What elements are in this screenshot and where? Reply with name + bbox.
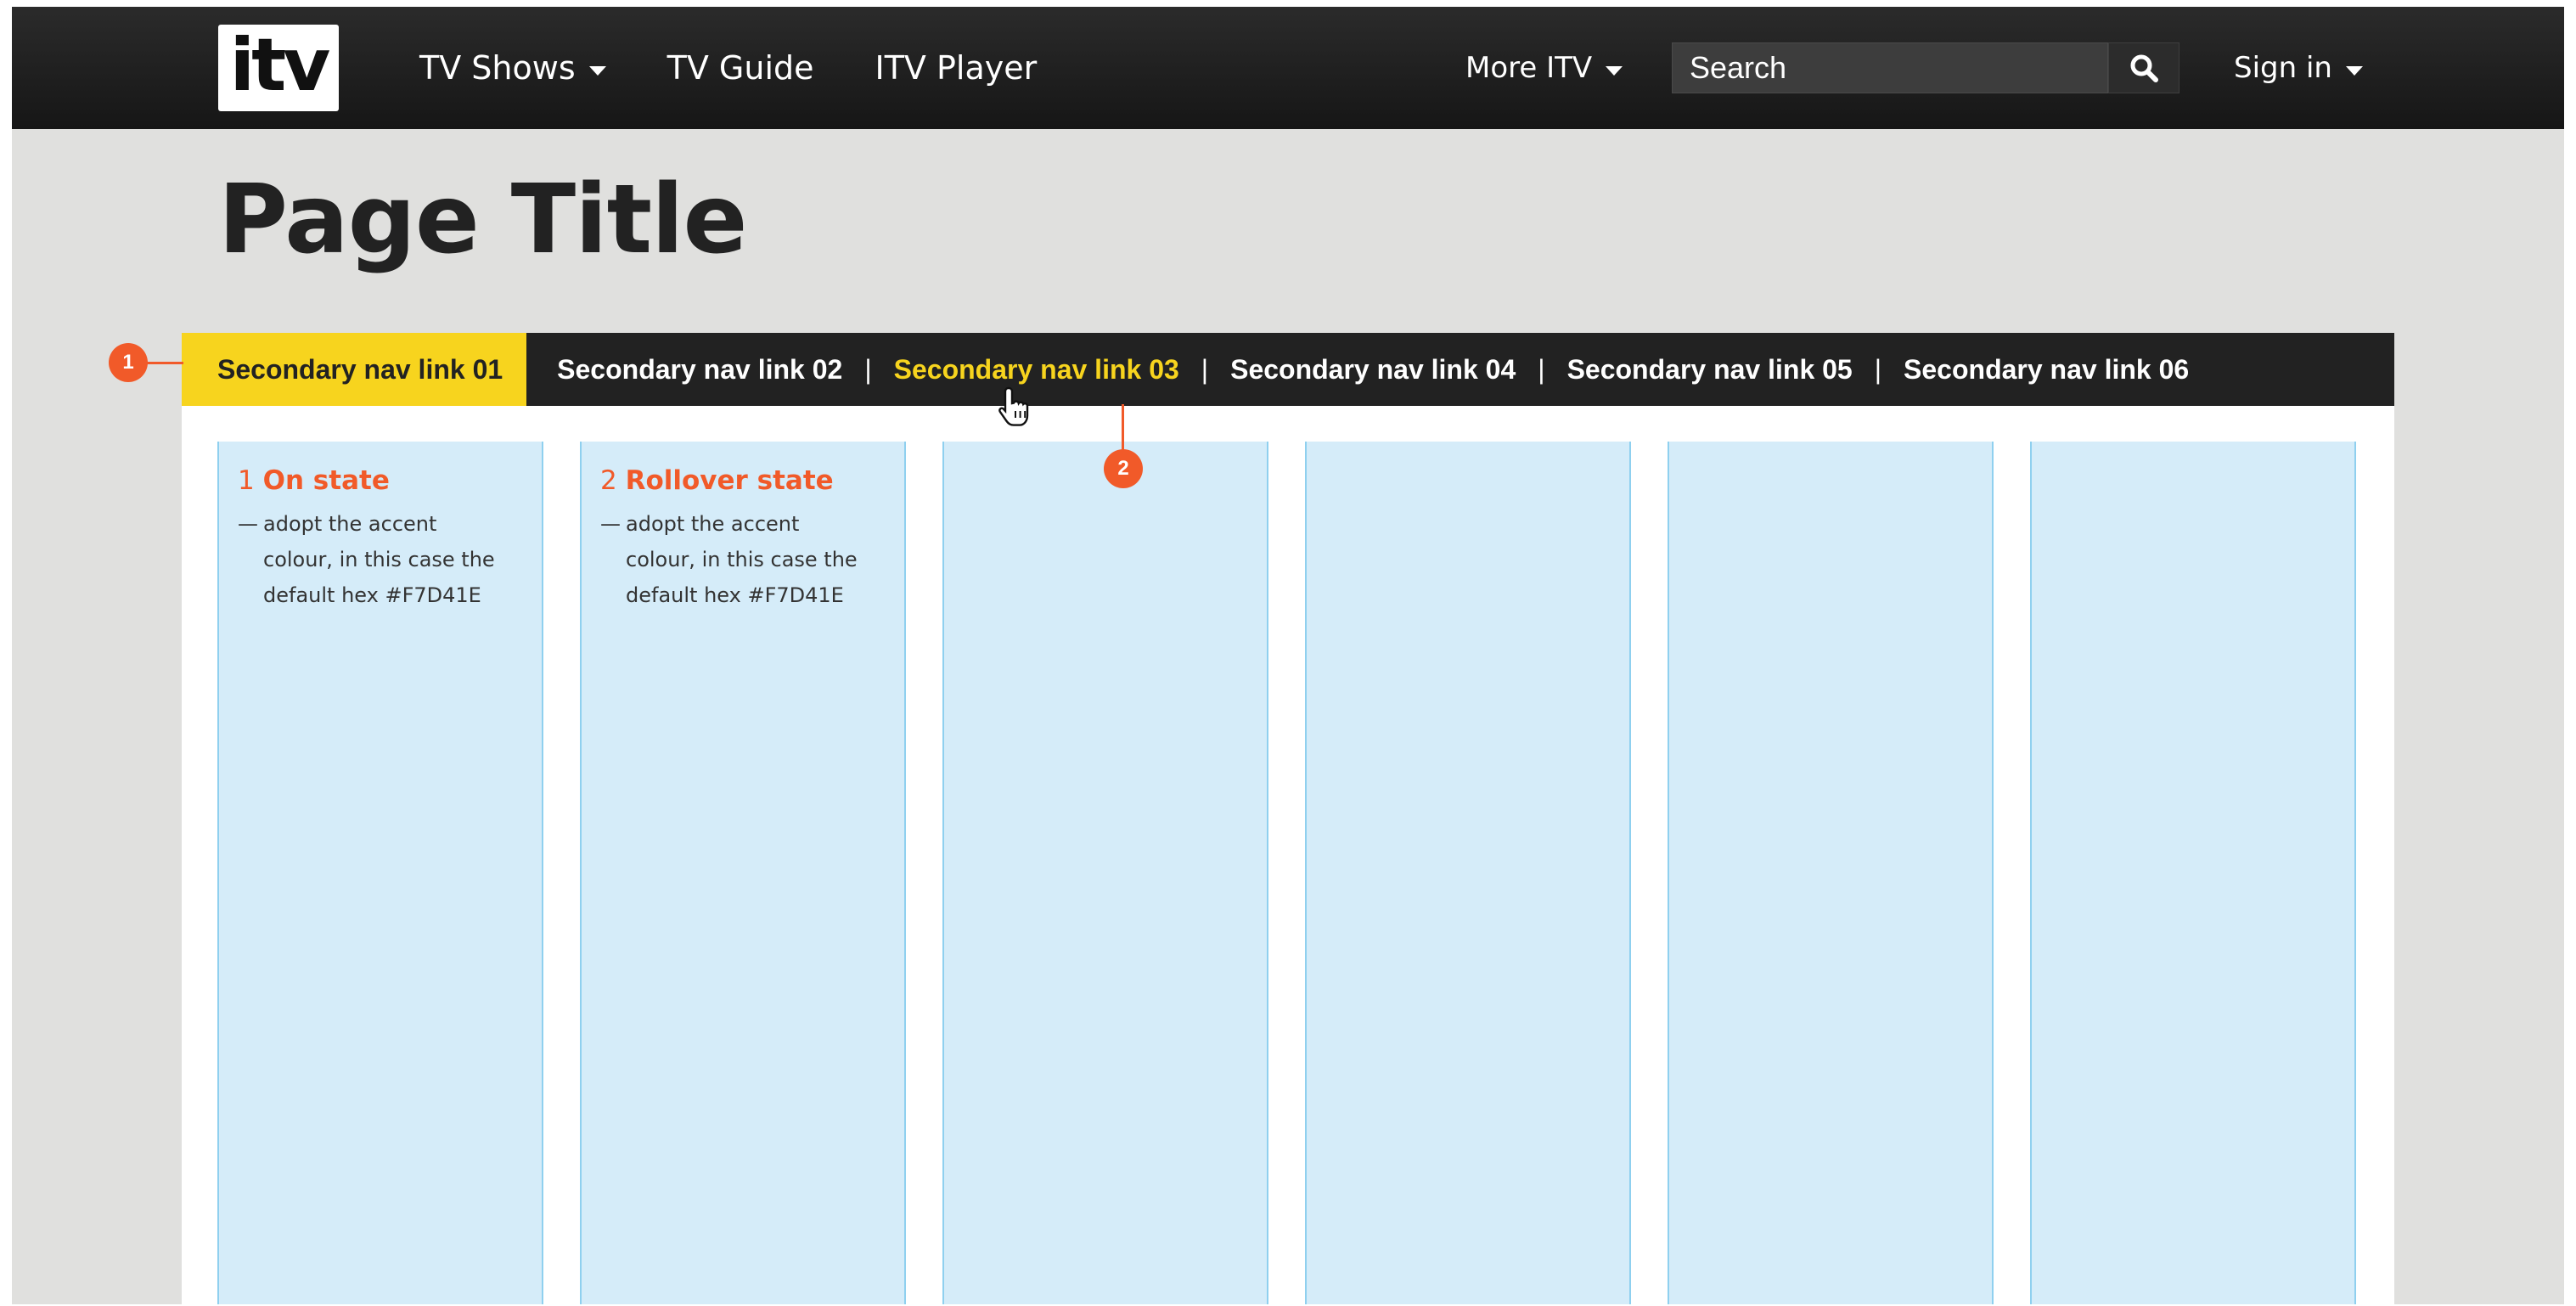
more-itv-menu[interactable]: More ITV bbox=[1465, 7, 1623, 129]
secondary-nav: Secondary nav link 01 Secondary nav link… bbox=[182, 333, 2394, 406]
nav-separator: | bbox=[1538, 353, 1545, 385]
annotation-note-title: On state bbox=[262, 465, 390, 496]
chevron-down-icon bbox=[588, 65, 606, 76]
secondary-nav-link-06[interactable]: Secondary nav link 06 bbox=[1904, 333, 2189, 406]
annotation-note-number: 2 bbox=[600, 465, 617, 496]
annotation-note-body: — adopt the accent colour, in this case … bbox=[238, 506, 542, 613]
top-header: itv TV Shows TV Guide ITV Player More IT… bbox=[12, 7, 2564, 129]
annotation-note-heading: 2 Rollover state bbox=[600, 465, 904, 496]
grid-column: 1 On state — adopt the accent colour, in… bbox=[217, 442, 543, 1304]
hand-cursor-icon bbox=[998, 386, 1029, 426]
secondary-nav-link-01[interactable]: Secondary nav link 01 bbox=[182, 333, 527, 406]
sign-in-label: Sign in bbox=[2234, 51, 2332, 85]
nav-separator: | bbox=[1201, 353, 1209, 385]
note-text: adopt the accent colour, in this case th… bbox=[263, 512, 495, 607]
grid-column bbox=[1305, 442, 1631, 1304]
nav-separator: | bbox=[864, 353, 872, 385]
secondary-nav-link-04[interactable]: Secondary nav link 04 bbox=[1230, 333, 1516, 406]
nav-itv-player-label: ITV Player bbox=[875, 49, 1038, 87]
secondary-nav-link-05[interactable]: Secondary nav link 05 bbox=[1567, 333, 1853, 406]
annotation-note-body: — adopt the accent colour, in this case … bbox=[600, 506, 904, 613]
main-nav: TV Shows TV Guide ITV Player bbox=[419, 7, 1037, 129]
chevron-down-icon bbox=[1606, 65, 1623, 76]
secondary-nav-link-label: Secondary nav link 03 bbox=[893, 353, 1179, 385]
chevron-down-icon bbox=[2345, 65, 2363, 76]
secondary-nav-link-02[interactable]: Secondary nav link 02 bbox=[526, 333, 842, 406]
note-dash: — bbox=[600, 512, 621, 536]
secondary-nav-link-label: Secondary nav link 01 bbox=[217, 353, 503, 385]
secondary-nav-link-label: Secondary nav link 05 bbox=[1566, 353, 1853, 385]
annotation-note-title: Rollover state bbox=[625, 465, 834, 496]
secondary-nav-link-label: Secondary nav link 06 bbox=[1904, 353, 2190, 385]
nav-tv-shows-label: TV Shows bbox=[419, 49, 576, 87]
secondary-nav-link-label: Secondary nav link 02 bbox=[557, 353, 843, 385]
sign-in-menu[interactable]: Sign in bbox=[2234, 7, 2363, 129]
annotation-note-heading: 1 On state bbox=[238, 465, 542, 496]
annotation-marker-1: 1 bbox=[109, 343, 148, 382]
note-dash: — bbox=[238, 512, 258, 536]
secondary-nav-link-03[interactable]: Secondary nav link 03 bbox=[894, 333, 1179, 406]
nav-tv-guide-label: TV Guide bbox=[666, 49, 814, 87]
grid-column: 2 Rollover state — adopt the accent colo… bbox=[580, 442, 906, 1304]
search-button[interactable] bbox=[2108, 42, 2179, 93]
annotation-note-number: 1 bbox=[238, 465, 255, 496]
itv-logo[interactable]: itv bbox=[218, 25, 339, 111]
search-icon bbox=[2130, 54, 2158, 82]
note-text: adopt the accent colour, in this case th… bbox=[626, 512, 858, 607]
nav-tv-shows[interactable]: TV Shows bbox=[419, 49, 606, 87]
more-itv-label: More ITV bbox=[1465, 51, 1593, 85]
content-area: Secondary nav link 01 Secondary nav link… bbox=[182, 333, 2394, 1304]
nav-separator: | bbox=[1874, 353, 1882, 385]
grid-column bbox=[1668, 442, 1994, 1304]
secondary-nav-link-label: Secondary nav link 04 bbox=[1230, 353, 1516, 385]
page: itv TV Shows TV Guide ITV Player More IT… bbox=[12, 7, 2564, 1304]
page-title: Page Title bbox=[218, 165, 747, 275]
grid-column bbox=[942, 442, 1268, 1304]
nav-tv-guide[interactable]: TV Guide bbox=[667, 49, 814, 87]
grid-columns: 1 On state — adopt the accent colour, in… bbox=[217, 442, 2356, 1304]
grid-column bbox=[2030, 442, 2356, 1304]
search-input[interactable] bbox=[1672, 42, 2108, 93]
annotation-marker-2: 2 bbox=[1104, 449, 1143, 488]
nav-itv-player[interactable]: ITV Player bbox=[875, 49, 1038, 87]
